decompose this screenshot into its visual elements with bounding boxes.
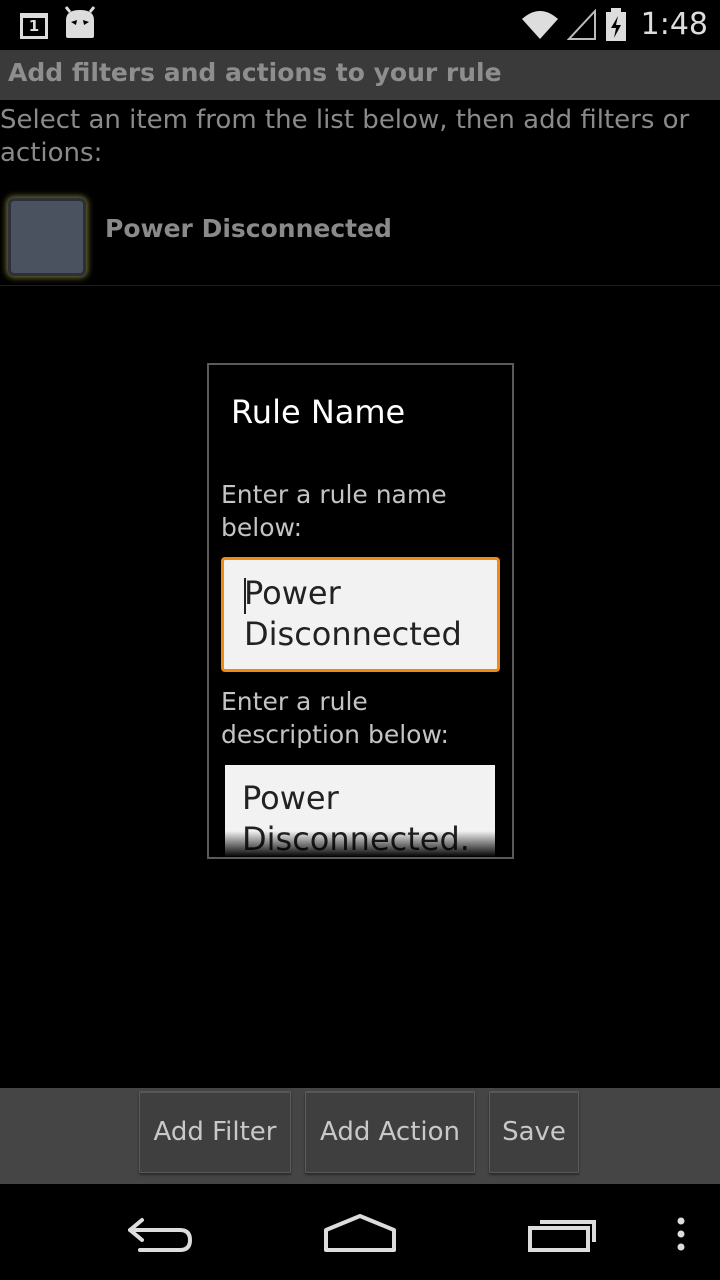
recent-apps-icon[interactable]: [526, 1214, 598, 1254]
android-notification-icon: [64, 6, 96, 38]
rule-name-value: Power Disconnected: [244, 574, 462, 653]
rule-name-input[interactable]: Power Disconnected: [221, 557, 500, 672]
wifi-icon: [521, 11, 558, 39]
overflow-menu-icon[interactable]: [674, 1216, 688, 1252]
battery-charging-icon: [605, 8, 626, 41]
status-bar: 1 1:48: [0, 0, 720, 50]
add-filter-button[interactable]: Add Filter: [139, 1091, 291, 1173]
title-bar: Add filters and actions to your rule: [0, 50, 720, 100]
save-button[interactable]: Save: [489, 1091, 579, 1173]
home-icon[interactable]: [322, 1212, 398, 1254]
list-item[interactable]: Power Disconnected: [0, 190, 720, 286]
text-cursor: [244, 578, 246, 614]
action-bar: Add Filter Add Action Save: [0, 1088, 720, 1184]
add-action-button[interactable]: Add Action: [305, 1091, 475, 1173]
list-item-label: Power Disconnected: [105, 214, 392, 243]
clock: 1:48: [640, 7, 708, 42]
signal-icon: [566, 9, 596, 40]
page-title: Add filters and actions to your rule: [8, 58, 502, 87]
screen: 1 1:48 Add filters and actions to your r…: [0, 0, 720, 1280]
navigation-bar: [0, 1184, 720, 1280]
calendar-notification-icon: 1: [20, 12, 48, 39]
back-icon[interactable]: [124, 1214, 196, 1254]
rule-description-label: Enter a rule description below:: [221, 687, 449, 749]
dialog-title: Rule Name: [231, 393, 406, 431]
scroll-fade: [209, 831, 512, 857]
instruction-text: Select an item from the list below, then…: [0, 105, 690, 168]
item-checkbox[interactable]: [8, 198, 86, 276]
rule-name-dialog: Rule Name Enter a rule name below: Power…: [207, 363, 514, 859]
rule-name-label: Enter a rule name below:: [221, 480, 447, 542]
